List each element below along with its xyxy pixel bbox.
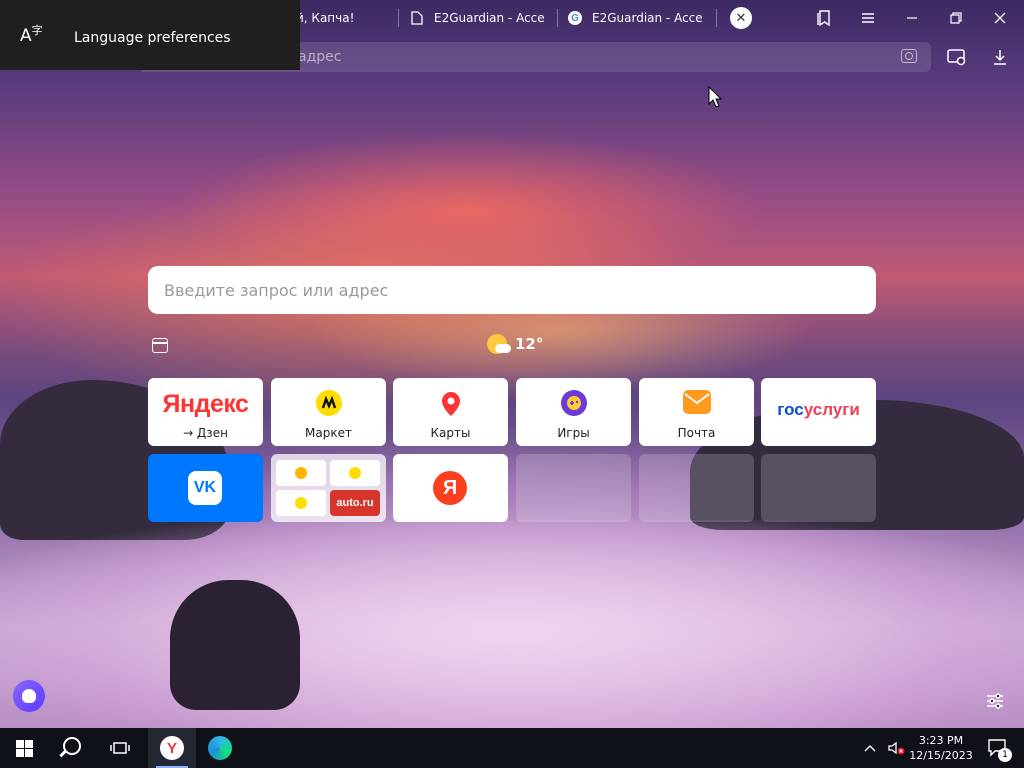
tile-maps[interactable]: Карты	[393, 378, 508, 446]
show-hidden-icons[interactable]	[858, 728, 882, 768]
yandex-browser-icon: Y	[160, 736, 184, 760]
tab-title: й, Капча!	[296, 11, 355, 25]
weather-widget[interactable]: 12°	[487, 334, 543, 354]
download-icon[interactable]	[988, 45, 1012, 69]
tab-captcha[interactable]: й, Капча!	[296, 6, 396, 30]
tile-empty[interactable]	[516, 454, 631, 522]
wallpaper	[0, 0, 1024, 728]
partly-cloudy-icon	[487, 334, 511, 354]
tile-empty[interactable]	[639, 454, 754, 522]
tile-yandex[interactable]: Яндекс → Дзен	[148, 378, 263, 446]
tile-yandex-red[interactable]: Я	[393, 454, 508, 522]
alice-assistant-icon[interactable]	[13, 680, 45, 712]
search-icon	[63, 737, 81, 755]
mail-icon	[682, 390, 711, 414]
tab-title: E2Guardian - Acce	[592, 11, 703, 25]
tile-games[interactable]: Игры	[516, 378, 631, 446]
screenshot-icon[interactable]	[945, 45, 969, 69]
tile-label: → Дзен	[183, 426, 228, 440]
tile-mail[interactable]: Почта	[639, 378, 754, 446]
vk-logo: VK	[188, 471, 222, 505]
tile-empty[interactable]	[761, 454, 876, 522]
task-view-button[interactable]	[96, 728, 144, 768]
cloud-fog	[0, 520, 1024, 728]
menu-icon[interactable]	[858, 8, 878, 28]
document-icon	[410, 11, 424, 25]
search-placeholder: Введите запрос или адрес	[164, 280, 389, 300]
customize-icon[interactable]	[984, 690, 1006, 712]
clock[interactable]: 3:23 PM 12/15/2023	[906, 728, 976, 768]
close-window-icon[interactable]	[990, 8, 1010, 28]
tab-e2guardian-2[interactable]: G E2Guardian - Acce	[568, 6, 706, 30]
bookmarks-icon[interactable]	[814, 8, 834, 28]
task-view-icon	[110, 742, 130, 754]
camera-search-icon[interactable]	[901, 49, 917, 63]
taskbar-search-button[interactable]	[48, 728, 96, 768]
gosuslugi-logo-a: гос	[777, 400, 804, 419]
mountain-peak	[170, 580, 300, 710]
language-preferences-label: Language preferences	[74, 30, 231, 46]
windows-icon	[15, 739, 33, 757]
tab-title: E2Guardian - Acce	[434, 11, 545, 25]
tab-e2guardian-1[interactable]: E2Guardian - Acce	[410, 6, 548, 30]
start-button[interactable]	[0, 728, 48, 768]
chevron-up-icon	[864, 745, 876, 752]
volume-muted-icon	[888, 741, 905, 755]
volume-button[interactable]	[884, 728, 908, 768]
games-icon	[560, 390, 587, 416]
temperature: 12°	[515, 335, 544, 353]
taskbar-edge[interactable]	[196, 728, 244, 768]
tile-label: Маркет	[305, 426, 352, 440]
google-icon: G	[568, 11, 582, 25]
clock-time: 3:23 PM	[918, 734, 964, 747]
gosuslugi-logo-b: услуги	[803, 400, 860, 419]
tile-vk[interactable]: VK	[148, 454, 263, 522]
gallery-icon[interactable]	[152, 338, 168, 353]
map-pin-icon	[438, 390, 464, 416]
yandex-logo-text: Яндекс	[162, 390, 249, 418]
notification-center-button[interactable]: 1	[978, 728, 1018, 768]
language-icon: A字	[20, 24, 43, 46]
close-tab-icon[interactable]: ✕	[730, 7, 752, 29]
yandex-logo: Яндекс	[148, 390, 263, 419]
notification-count-badge: 1	[998, 748, 1012, 762]
kinopoisk-icon	[276, 460, 326, 486]
gosuslugi-logo: госуслуги	[761, 400, 876, 420]
taskbar: Y 3:23 PM 12/15/2023 1	[0, 728, 1024, 768]
address-placeholder: адрес	[298, 49, 342, 65]
minimize-icon[interactable]	[902, 8, 922, 28]
tile-label: Почта	[677, 426, 716, 440]
clock-date: 12/15/2023	[909, 749, 973, 762]
edge-icon	[208, 736, 232, 760]
search-input[interactable]: Введите запрос или адрес	[148, 266, 876, 314]
taskbar-yandex-browser[interactable]: Y	[148, 728, 196, 768]
tile-multi[interactable]: auto.ru	[271, 454, 386, 522]
market-icon	[315, 390, 342, 416]
tile-market[interactable]: Маркет	[271, 378, 386, 446]
language-preferences-popup[interactable]: A字 Language preferences	[0, 0, 300, 70]
mouse-cursor-icon	[708, 85, 723, 112]
tab-separator	[398, 9, 399, 27]
tile-label: Игры	[557, 426, 590, 440]
play-icon	[330, 460, 380, 486]
tile-gosuslugi[interactable]: госуслуги	[761, 378, 876, 446]
tab-separator	[716, 9, 717, 27]
clock-text: 3:23 PM 12/15/2023	[909, 733, 972, 763]
auto-ru-logo: auto.ru	[330, 490, 380, 516]
yandex-ya-logo: Я	[433, 471, 467, 505]
restore-icon[interactable]	[946, 8, 966, 28]
tile-label: Карты	[430, 426, 471, 440]
music-icon	[276, 490, 326, 516]
tab-separator	[557, 9, 558, 27]
